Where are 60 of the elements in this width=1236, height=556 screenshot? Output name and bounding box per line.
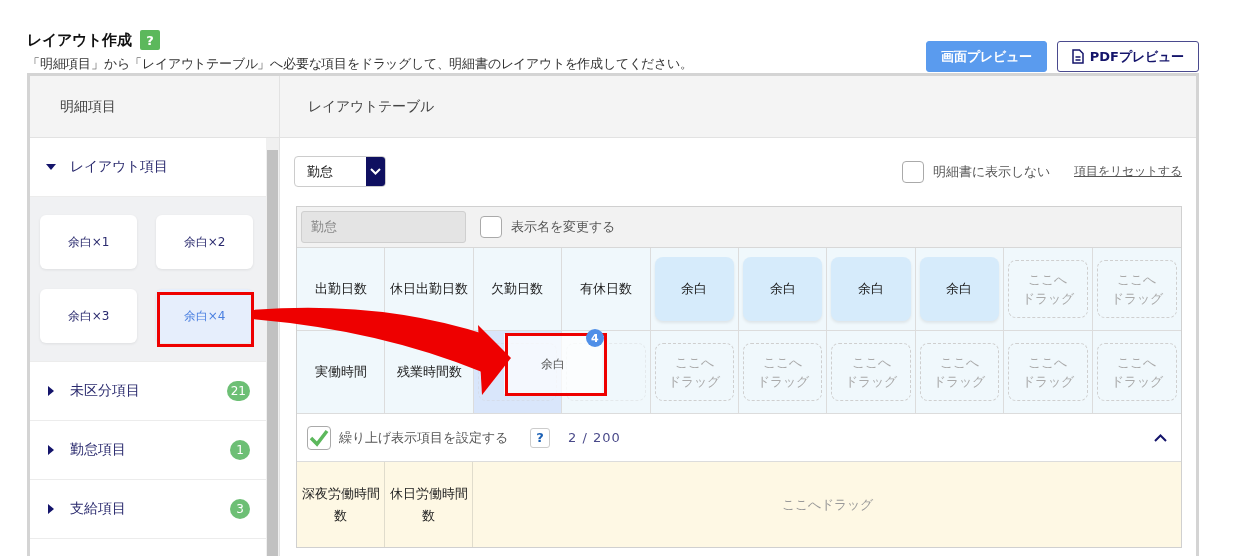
layout-item-card[interactable]: 余白×4 [156, 289, 253, 343]
spacer-item[interactable]: 余白 [743, 257, 823, 321]
reset-link[interactable]: 項目をリセットする [1074, 163, 1182, 180]
drop-hint: ここへ [940, 354, 979, 372]
panel-heading: レイアウトテーブル [280, 76, 1196, 138]
checkbox[interactable] [902, 160, 924, 183]
chevron-down-icon [370, 168, 381, 175]
drop-hint: ドラッグ [845, 373, 898, 391]
document-icon [1071, 49, 1084, 64]
drop-hint: ドラッグ [1110, 373, 1163, 391]
drop-hint: ここへ [1028, 271, 1068, 289]
carry-item-cell: 休日労働時間数 [385, 462, 473, 547]
category-select[interactable]: 勤怠 [294, 156, 386, 187]
item-label: 残業時間数 [396, 363, 462, 381]
checkbox[interactable] [307, 425, 331, 450]
checkbox-label: 繰り上げ表示項目を設定する [339, 428, 508, 447]
panel-heading: 明細項目 [30, 76, 280, 138]
item-label: 有休日数 [579, 280, 632, 298]
spacer-item[interactable]: 余白 [919, 257, 1000, 321]
checkmark-icon [309, 428, 329, 447]
count-badge: 1 [230, 440, 250, 460]
checkbox-label: 表示名を変更する [511, 218, 615, 236]
drop-hint: ドラッグ [756, 373, 809, 391]
drop-hint: ここへ [763, 354, 803, 372]
item-label: 休日出勤日数 [390, 280, 469, 298]
pdf-preview-button[interactable]: PDFプレビュー [1056, 41, 1199, 72]
item-label: 出勤日数 [314, 280, 367, 298]
count-badge: 21 [226, 381, 250, 401]
scrollbar[interactable] [266, 138, 279, 556]
spacer-item[interactable]: 余白 [654, 257, 734, 321]
checkbox-label: 明細書に表示しない [933, 162, 1050, 181]
drop-hint: ここへ [1117, 354, 1157, 372]
item-label: 実働時間 [314, 363, 367, 381]
page-title: レイアウト作成 [27, 30, 132, 50]
layout-item-card[interactable]: 余白×3 [40, 289, 137, 343]
drop-hint: ここへ [1117, 271, 1157, 289]
carry-item-cell: 深夜労働時間数 [297, 462, 385, 547]
chevron-up-icon[interactable] [1154, 433, 1167, 442]
checkbox[interactable] [480, 216, 502, 238]
description: 「明細項目」から「レイアウトテーブル」へ必要な項目をドラッグして、明細書のレイアウトを作成してください。 [27, 56, 693, 73]
help-icon[interactable]: ? [530, 427, 550, 448]
drop-hint: ドラッグ [668, 373, 721, 391]
drop-hint: ここへドラッグ [781, 495, 873, 514]
group-label: 支給項目 [70, 500, 127, 518]
spacer-item[interactable]: 余白 [831, 257, 911, 321]
drop-hint: ここへ [1028, 354, 1068, 372]
layout-item-card[interactable]: 余白×2 [156, 215, 253, 269]
drop-hint: ここへ [674, 354, 714, 372]
group-label: 未区分項目 [70, 382, 141, 400]
count-badge: 3 [230, 499, 250, 519]
drop-hint: ドラッグ [1110, 290, 1163, 308]
item-label: 欠勤日数 [491, 280, 544, 298]
group-label: 勤怠項目 [70, 441, 127, 459]
drop-hint: ドラッグ [1021, 373, 1074, 391]
drop-hint: ドラッグ [1021, 290, 1074, 308]
layout-item-card[interactable]: 余白×1 [40, 215, 137, 269]
drop-hint: ドラッグ [933, 373, 986, 391]
group-label: レイアウト項目 [70, 158, 169, 176]
item-count: 2 / 200 [568, 430, 622, 445]
drop-hint: ここへ [851, 354, 891, 372]
